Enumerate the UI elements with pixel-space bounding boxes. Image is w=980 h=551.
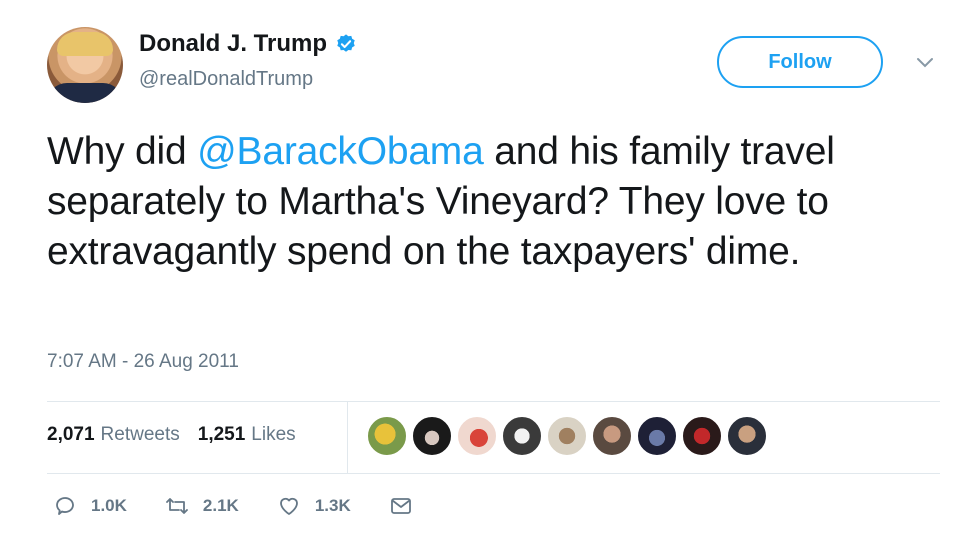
retweets-count: 2,071 — [47, 424, 95, 445]
tweet-timestamp[interactable]: 7:07 AM - 26 Aug 2011 — [47, 351, 239, 373]
author-handle[interactable]: @realDonaldTrump — [139, 68, 313, 91]
heart-icon — [279, 497, 298, 515]
chevron-down-icon[interactable] — [915, 56, 935, 70]
likes-label: Likes — [251, 424, 296, 445]
message-icon — [390, 498, 411, 514]
follow-button[interactable]: Follow — [717, 36, 883, 88]
retweet-button[interactable]: 2.1K — [165, 494, 239, 518]
retweets-label: Retweets — [100, 424, 180, 445]
reply-count: 1.0K — [91, 496, 127, 515]
liker-avatar[interactable] — [457, 416, 497, 456]
divider-bottom — [47, 473, 940, 474]
tweet-stats: 2,071 Retweets 1,251 Likes — [47, 424, 296, 446]
retweet-icon — [166, 498, 188, 514]
liker-avatar[interactable] — [592, 416, 632, 456]
liker-avatar[interactable] — [637, 416, 677, 456]
author-avatar[interactable] — [47, 27, 123, 103]
liker-avatar[interactable] — [682, 416, 722, 456]
liker-avatars — [367, 416, 767, 456]
liker-avatar[interactable] — [412, 416, 452, 456]
reply-button[interactable]: 1.0K — [53, 494, 127, 518]
tweet-text-prefix: Why did — [47, 130, 198, 173]
retweets-stat[interactable]: 2,071 Retweets — [47, 424, 180, 446]
avatar-suit — [47, 83, 123, 103]
avatar-hair — [57, 32, 113, 56]
like-button[interactable]: 1.3K — [277, 494, 351, 518]
verified-badge-icon — [337, 34, 355, 52]
liker-avatar[interactable] — [727, 416, 767, 456]
likes-count: 1,251 — [197, 424, 246, 445]
tweet-text: Why did @BarackObama and his family trav… — [47, 127, 947, 277]
liker-avatar[interactable] — [367, 416, 407, 456]
liker-avatar[interactable] — [502, 416, 542, 456]
stats-divider — [347, 402, 348, 473]
author-name[interactable]: Donald J. Trump — [139, 30, 357, 58]
like-count: 1.3K — [314, 496, 351, 515]
reply-icon — [56, 497, 74, 515]
author-name-text[interactable]: Donald J. Trump — [139, 30, 327, 58]
tweet-actions: 1.0K 2.1K 1.3K — [53, 494, 465, 518]
liker-avatar[interactable] — [547, 416, 587, 456]
mention-link[interactable]: @BarackObama — [197, 130, 484, 173]
likes-stat[interactable]: 1,251 Likes — [198, 424, 296, 446]
divider-top — [47, 401, 940, 402]
direct-message-button[interactable] — [389, 494, 427, 518]
retweet-count: 2.1K — [202, 496, 239, 515]
